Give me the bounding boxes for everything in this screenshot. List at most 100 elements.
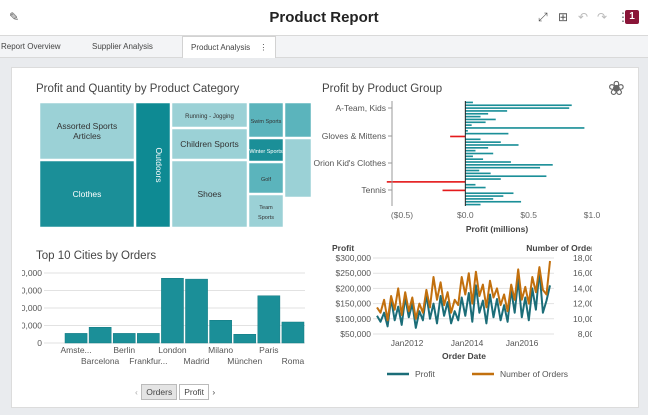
treemap-label: Golf	[261, 177, 272, 183]
profit-bar[interactable]	[465, 107, 570, 109]
treemap-cell[interactable]: Winter Sports	[247, 137, 285, 163]
profit-bar[interactable]	[465, 101, 473, 104]
profit-bar[interactable]	[465, 121, 486, 124]
tab-supplier-analysis[interactable]: Supplier Analysis	[92, 36, 153, 58]
x-axis-label: Profit (millions)	[466, 224, 529, 234]
orders-button[interactable]: Orders	[141, 384, 178, 400]
treemap-cell[interactable]: Shoes	[170, 159, 249, 228]
tab-menu-icon[interactable]: ⋮	[259, 43, 267, 52]
y2-tick-label: 12,000	[573, 299, 592, 309]
expand-icon[interactable]: ⤢	[538, 10, 548, 25]
profit-button[interactable]: Profit	[179, 384, 210, 400]
profit-bar[interactable]	[465, 186, 486, 189]
treemap-label: Clothes	[73, 189, 102, 199]
profit-bar[interactable]	[442, 189, 466, 192]
city-bar[interactable]	[233, 334, 257, 344]
prev-icon[interactable]: ‹	[135, 387, 138, 397]
treemap-cell[interactable]: Swim Sports	[247, 102, 285, 139]
profit-bar[interactable]	[465, 192, 514, 195]
profit-bar[interactable]	[465, 183, 476, 186]
redo-icon[interactable]: ↷	[597, 10, 607, 24]
treemap-label: Shoes	[197, 189, 221, 199]
profit-bar[interactable]	[465, 115, 481, 118]
profit-bar[interactable]	[465, 149, 476, 152]
y1-tick-label: $250,000	[336, 268, 372, 278]
city-bar[interactable]	[64, 333, 88, 344]
treemap-cell[interactable]: Clothes	[39, 159, 136, 228]
profit-bar[interactable]	[465, 110, 508, 112]
city-bar[interactable]	[112, 333, 136, 344]
treemap-cell[interactable]	[283, 137, 312, 199]
profit-bar[interactable]	[386, 181, 466, 183]
profit-bar[interactable]	[465, 164, 553, 166]
profit-bar[interactable]	[465, 152, 494, 155]
city-bar[interactable]	[137, 333, 160, 344]
profit-bar[interactable]	[465, 203, 481, 206]
y2-tick-label: 16,000	[573, 268, 592, 278]
profit-bar[interactable]	[465, 155, 473, 158]
profit-bar[interactable]	[465, 118, 496, 121]
profit-bar[interactable]	[465, 175, 547, 178]
profit-bar[interactable]	[465, 104, 572, 107]
treemap-cell[interactable]: Outdoors	[134, 102, 172, 228]
profit-by-group-chart[interactable]: A-Team, Kids Gloves & Mittens Orion Kid's …	[312, 96, 602, 236]
city-bar[interactable]	[281, 321, 305, 344]
y-tick-label: 20,000	[22, 303, 42, 313]
y1-tick-label: $100,000	[336, 314, 372, 324]
profit-bar[interactable]	[465, 158, 484, 160]
x-tick-label: Barcelona	[81, 356, 120, 366]
legend-label: Profit	[415, 369, 435, 379]
city-bar[interactable]	[185, 278, 208, 344]
x-tick-label: Berlin	[113, 345, 135, 355]
brain-sketch-icon[interactable]: ❀	[608, 76, 625, 101]
profit-bar[interactable]	[465, 166, 541, 169]
profit-bar[interactable]	[465, 200, 522, 203]
profit-bar[interactable]	[465, 132, 509, 135]
treemap-cell[interactable]: Assorted SportsArticles	[39, 102, 136, 161]
undo-icon[interactable]: ↶	[578, 10, 588, 24]
profit-bar[interactable]	[465, 178, 501, 180]
y-tick-label: Tennis	[361, 185, 386, 195]
city-bar[interactable]	[257, 295, 281, 344]
cities-title: Top 10 Cities by Orders	[36, 250, 157, 262]
y2-tick-label: 18,000	[573, 253, 592, 263]
treemap-cell[interactable]: Team Sports	[247, 193, 285, 228]
tab-report-overview[interactable]: Report Overview	[1, 36, 61, 58]
profit-orders-chart[interactable]: Profit Number of Orders $300,000 $250,000 $2…	[312, 244, 592, 404]
profit-bar[interactable]	[465, 144, 519, 146]
notification-badge[interactable]: 1	[625, 10, 639, 24]
cities-chart[interactable]: 40,000 30,000 20,000 10,000 0 Amste...Barcelo…	[22, 264, 307, 374]
treemap-label: Children Sports	[180, 139, 239, 149]
profit-bar[interactable]	[465, 169, 480, 172]
treemap-cell[interactable]	[283, 102, 312, 139]
profit-bar[interactable]	[450, 135, 466, 138]
treemap-title: Profit and Quantity by Product Category	[36, 83, 240, 95]
next-icon[interactable]: ›	[212, 387, 215, 397]
city-bar[interactable]	[161, 278, 184, 344]
grid-icon[interactable]: ⊞	[558, 10, 568, 24]
treemap-cell[interactable]: Golf	[247, 161, 285, 195]
x-tick-label: $0.0	[457, 210, 474, 220]
treemap-cell[interactable]: Children Sports	[170, 127, 249, 161]
profit-bar[interactable]	[465, 161, 511, 163]
profit-bar[interactable]	[465, 112, 489, 115]
profit-bar[interactable]	[465, 172, 491, 175]
treemap-label: Swim Sports	[251, 119, 282, 125]
profit-group-title: Profit by Product Group	[322, 83, 443, 95]
treemap-label: Winter Sports	[249, 149, 283, 155]
profit-bar[interactable]	[465, 124, 472, 126]
city-bar[interactable]	[88, 327, 112, 344]
profit-bar[interactable]	[465, 147, 489, 149]
x-axis-label: Order Date	[442, 351, 486, 361]
profit-bar[interactable]	[465, 138, 481, 141]
treemap[interactable]: Assorted SportsArticles Clothes Outdoors Ru…	[39, 102, 312, 228]
x-tick-label: Roma	[282, 356, 305, 366]
profit-bar[interactable]	[465, 127, 585, 129]
tab-product-analysis[interactable]: Product Analysis ⋮	[182, 36, 277, 58]
profit-bar[interactable]	[465, 141, 501, 143]
profit-bar[interactable]	[465, 198, 494, 200]
treemap-label: Articles	[73, 131, 101, 141]
profit-bar[interactable]	[465, 195, 504, 197]
city-bar[interactable]	[209, 320, 232, 344]
treemap-cell[interactable]: Running - Jogging	[170, 102, 249, 129]
